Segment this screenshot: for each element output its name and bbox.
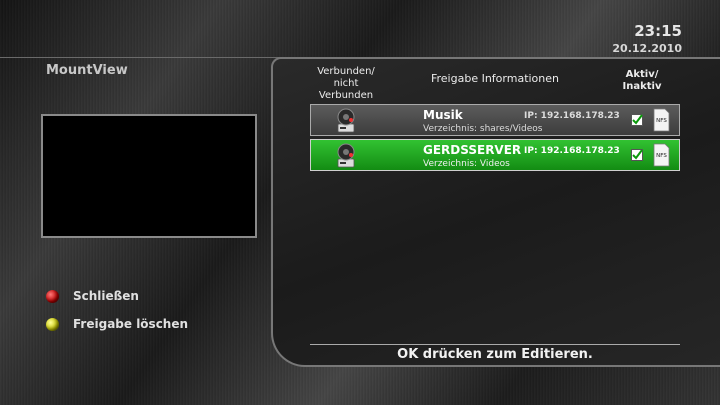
mount-row[interactable]: Musik IP: 192.168.178.23 Verzeichnis: sh… bbox=[310, 104, 680, 136]
clock-date: 20.12.2010 bbox=[612, 42, 682, 55]
hard-disk-icon bbox=[337, 143, 355, 168]
column-header-connected: Verbunden/nicht Verbunden bbox=[317, 66, 375, 101]
mount-directory: Verzeichnis: Videos bbox=[423, 159, 510, 169]
clock-time: 23:15 bbox=[634, 22, 682, 40]
column-header-active: Aktiv/Inaktiv bbox=[622, 69, 662, 92]
color-key-legend: Schließen Freigabe löschen bbox=[46, 282, 188, 338]
mount-ip: IP: 192.168.178.23 bbox=[524, 111, 620, 121]
nfs-file-icon: NFS bbox=[653, 143, 670, 167]
checkbox-checked-icon[interactable] bbox=[631, 114, 643, 126]
mount-name: Musik bbox=[423, 108, 463, 122]
mount-row-selected[interactable]: GERDSSERVER IP: 192.168.178.23 Verzeichn… bbox=[310, 139, 680, 171]
red-key-label: Schließen bbox=[73, 289, 139, 303]
yellow-key-delete-share[interactable]: Freigabe löschen bbox=[46, 310, 188, 338]
tv-preview-window bbox=[41, 114, 257, 238]
column-header-info: Freigabe Informationen bbox=[430, 72, 559, 85]
mount-ip: IP: 192.168.178.23 bbox=[524, 146, 620, 156]
mount-directory: Verzeichnis: shares/Videos bbox=[423, 124, 543, 134]
checkbox-checked-icon[interactable] bbox=[631, 149, 643, 161]
yellow-key-label: Freigabe löschen bbox=[73, 317, 189, 331]
nfs-label: NFS bbox=[656, 118, 667, 124]
nfs-label: NFS bbox=[656, 153, 667, 159]
screen-title: MountView bbox=[46, 63, 128, 78]
edit-hint: OK drücken zum Editieren. bbox=[397, 347, 593, 362]
yellow-button-icon bbox=[46, 317, 59, 331]
mount-name: GERDSSERVER bbox=[423, 143, 522, 157]
red-key-close[interactable]: Schließen bbox=[46, 282, 188, 310]
nfs-file-icon: NFS bbox=[653, 108, 670, 132]
hard-disk-icon bbox=[337, 108, 355, 133]
footer-divider bbox=[310, 344, 680, 345]
clock: 23:15 20.12.2010 bbox=[612, 22, 682, 55]
red-button-icon bbox=[46, 289, 59, 303]
